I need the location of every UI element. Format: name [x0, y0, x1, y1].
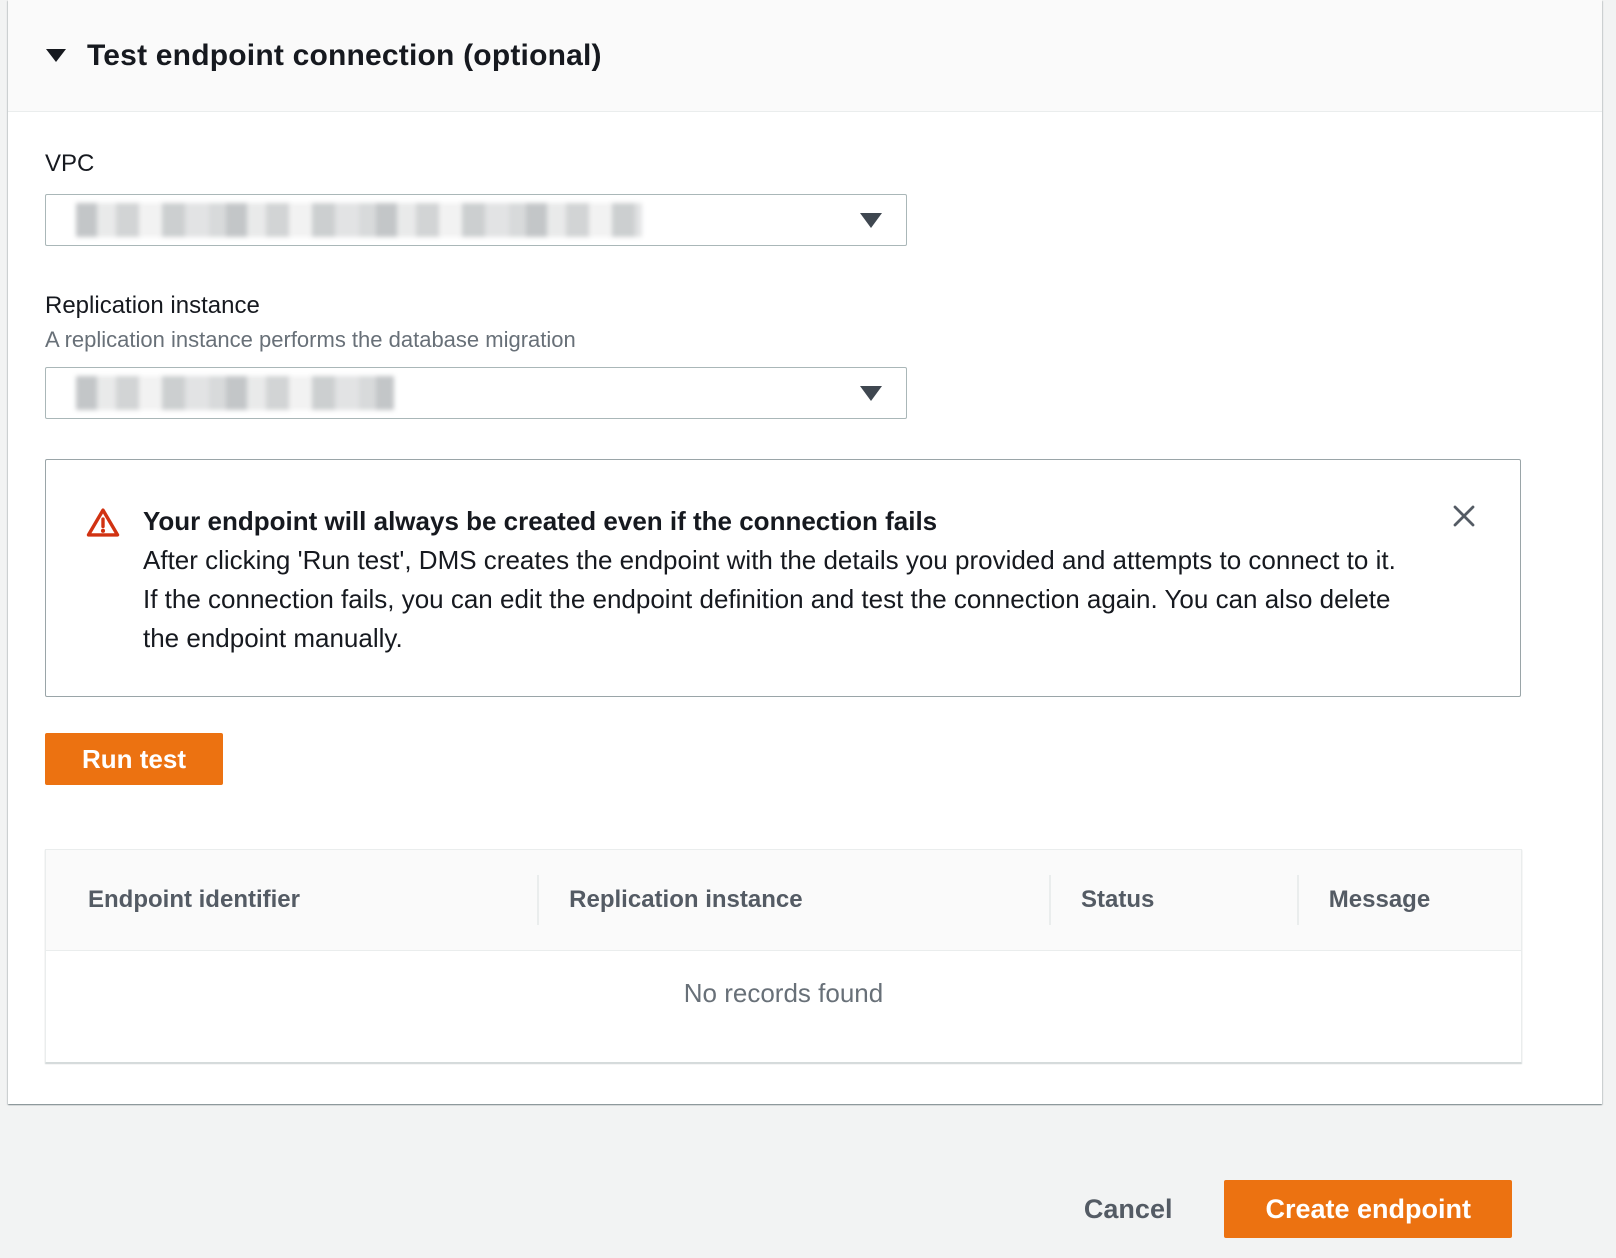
section-collapse-triangle-icon: [46, 49, 66, 62]
test-endpoint-connection-panel: Test endpoint connection (optional) VPC …: [8, 0, 1602, 1104]
alert-title: Your endpoint will always be created eve…: [143, 502, 1410, 541]
chevron-down-icon: [860, 386, 882, 401]
replication-instance-description: A replication instance performs the data…: [45, 327, 1521, 353]
run-test-button[interactable]: Run test: [45, 733, 223, 785]
replication-instance-select[interactable]: [45, 367, 907, 419]
vpc-select[interactable]: [45, 194, 907, 246]
column-header-status: Status: [1049, 850, 1297, 950]
empty-state-row: No records found: [46, 950, 1521, 1062]
alert-text: Your endpoint will always be created eve…: [143, 502, 1410, 658]
replication-instance-selected-value-redacted: [76, 376, 394, 410]
replication-instance-label: Replication instance: [45, 292, 1521, 320]
section-content: VPC Replication instance A replication i…: [8, 150, 1602, 1063]
test-results-table: Endpoint identifier Replication instance…: [45, 849, 1522, 1063]
create-endpoint-button[interactable]: Create endpoint: [1224, 1180, 1512, 1238]
alert-body: After clicking 'Run test', DMS creates t…: [143, 541, 1410, 658]
close-icon[interactable]: [1444, 496, 1484, 536]
column-header-message: Message: [1297, 850, 1521, 950]
empty-state-text: No records found: [46, 950, 1521, 1062]
section-header-toggle[interactable]: Test endpoint connection (optional): [8, 0, 1602, 112]
vpc-selected-value-redacted: [76, 203, 642, 237]
section-title: Test endpoint connection (optional): [87, 39, 602, 73]
warning-alert: Your endpoint will always be created eve…: [45, 459, 1521, 697]
vpc-label: VPC: [45, 150, 1521, 178]
column-header-replication-instance: Replication instance: [537, 850, 1049, 950]
warning-triangle-icon: [86, 507, 120, 543]
cancel-button[interactable]: Cancel: [1084, 1194, 1173, 1225]
chevron-down-icon: [860, 213, 882, 228]
table-header-row: Endpoint identifier Replication instance…: [46, 850, 1521, 950]
form-footer-actions: Cancel Create endpoint: [0, 1180, 1512, 1238]
column-header-endpoint-identifier: Endpoint identifier: [46, 850, 537, 950]
